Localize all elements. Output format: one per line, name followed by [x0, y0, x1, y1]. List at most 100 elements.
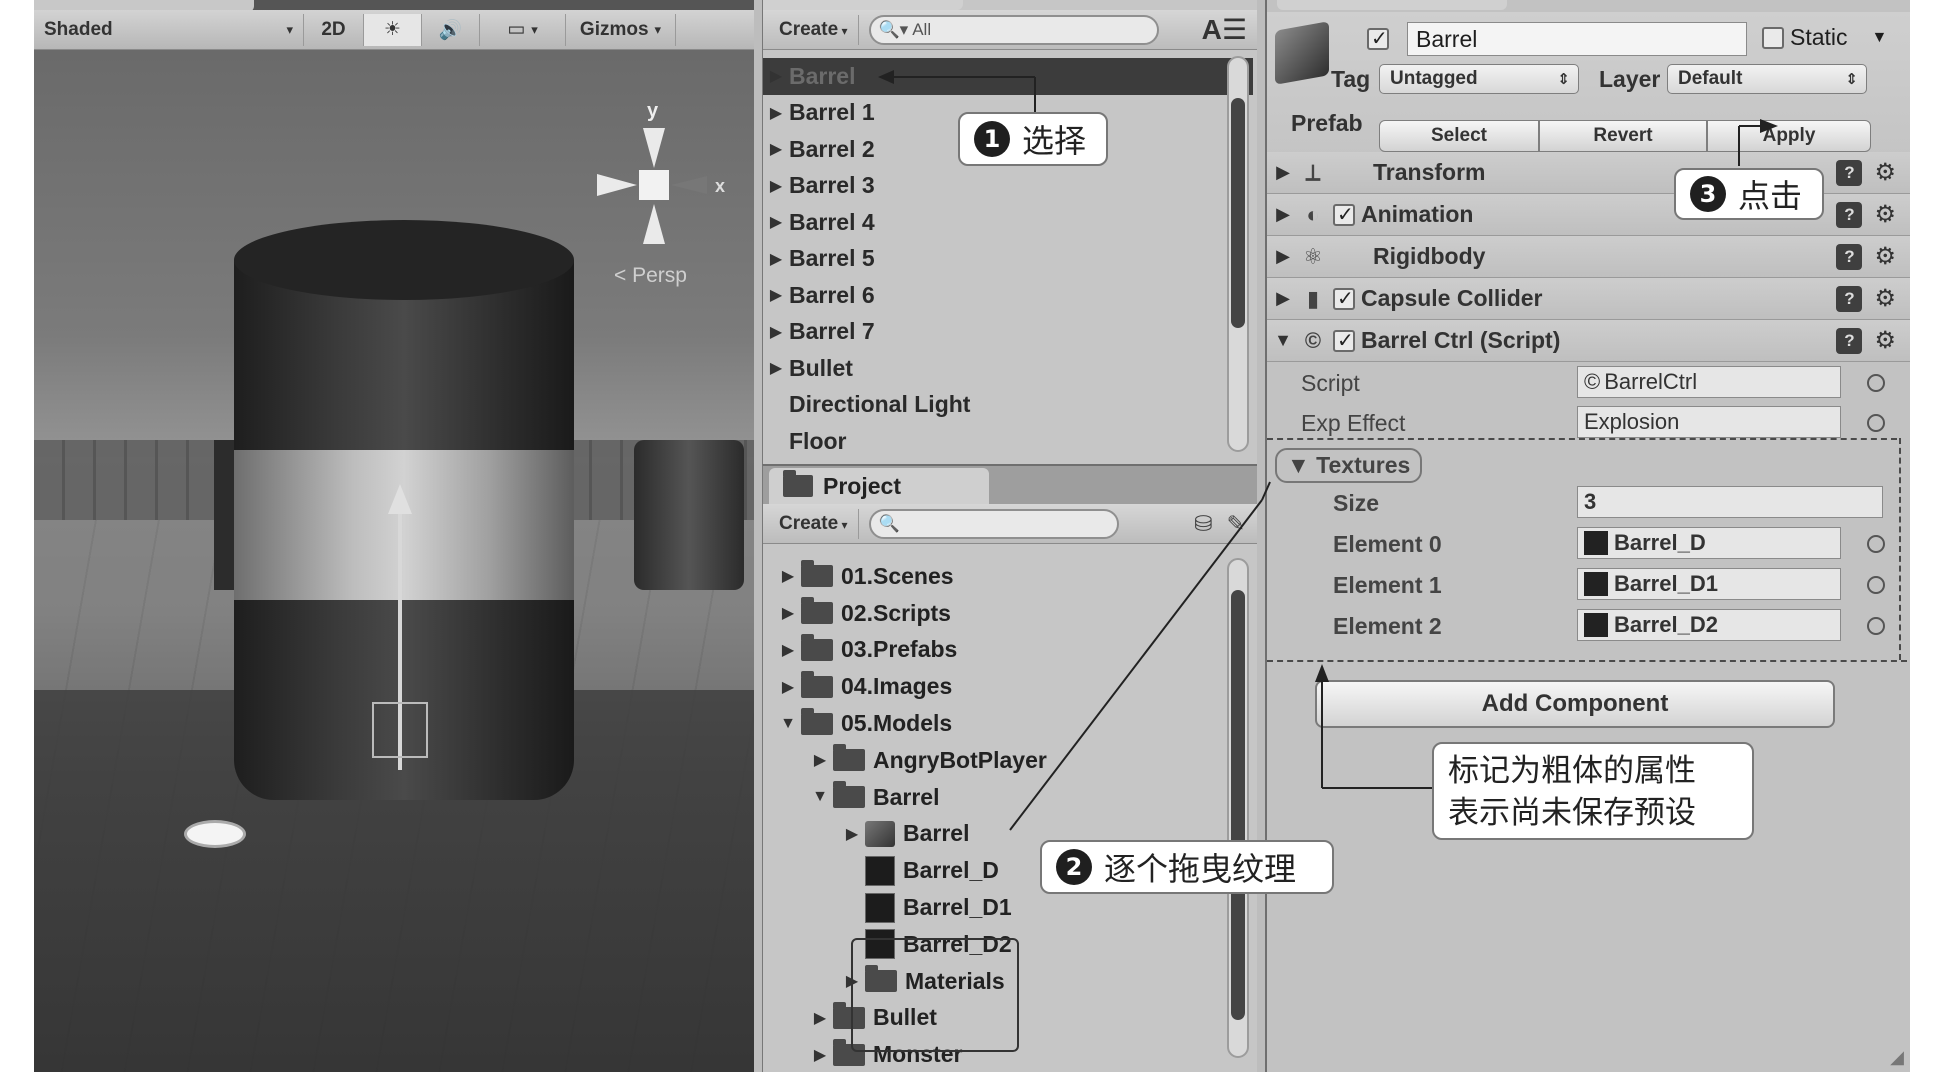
prefab-apply-button[interactable]: Apply — [1707, 120, 1871, 152]
static-toggle[interactable]: Static ▼ — [1762, 24, 1887, 51]
object-name-input[interactable]: Barrel — [1407, 22, 1747, 56]
chevron-down-icon[interactable]: ▼ — [1872, 29, 1888, 47]
object-picker-icon[interactable] — [1867, 414, 1885, 432]
static-checkbox[interactable] — [1762, 26, 1784, 49]
project-folder-models[interactable]: ▼ 05.Models — [763, 705, 1253, 742]
audio-icon[interactable]: 🔊 — [422, 13, 480, 46]
element-2-field[interactable]: Barrel_D2 — [1577, 609, 1841, 641]
expand-arrow-icon[interactable]: ▶ — [763, 358, 789, 378]
project-folder-angrybotplayer[interactable]: ▶ AngryBotPlayer — [763, 742, 1253, 779]
help-icon[interactable]: ? — [1836, 285, 1863, 312]
scene-viewport[interactable]: y x < Persp — [34, 50, 754, 1072]
image-effects-icon[interactable]: ▭ — [480, 13, 566, 46]
gear-icon[interactable]: ⚙ — [1874, 326, 1896, 355]
gizmos-dropdown[interactable]: Gizmos — [566, 13, 676, 46]
project-tab[interactable]: Project — [769, 468, 989, 504]
hierarchy-scrollbar[interactable] — [1227, 56, 1249, 452]
hierarchy-item-barrel-5[interactable]: ▶ Barrel 5 — [763, 241, 1253, 278]
expand-arrow-icon[interactable]: ▶ — [763, 249, 789, 269]
textures-foldout[interactable]: ▼ Textures — [1275, 448, 1423, 483]
object-picker-icon[interactable] — [1867, 535, 1885, 553]
component-capsule-collider[interactable]: ▶ ▮ Capsule Collider ?⚙ — [1267, 278, 1910, 320]
help-icon[interactable]: ? — [1836, 159, 1863, 186]
component-rigidbody[interactable]: ▶ ⚛ Rigidbody ? ⚙ — [1267, 236, 1910, 278]
hierarchy-item-barrel-6[interactable]: ▶ Barrel 6 — [763, 277, 1253, 314]
prefab-select-button[interactable]: Select — [1379, 120, 1539, 152]
object-picker-icon[interactable] — [1867, 617, 1885, 635]
expand-arrow-icon[interactable]: ▶ — [775, 566, 801, 586]
expand-arrow-icon[interactable]: ▶ — [1267, 288, 1299, 309]
help-icon[interactable]: ? — [1836, 327, 1863, 354]
component-enabled-checkbox[interactable] — [1333, 286, 1355, 311]
expand-arrow-icon[interactable]: ▶ — [775, 677, 801, 697]
element-1-field[interactable]: Barrel_D1 — [1577, 568, 1841, 600]
help-icon[interactable]: ? — [1836, 201, 1863, 228]
hierarchy-search-input[interactable]: 🔍▾ All — [868, 14, 1159, 45]
gear-icon[interactable]: ⚙ — [1874, 158, 1896, 187]
add-component-button[interactable]: Add Component — [1315, 680, 1835, 728]
hierarchy-item-directional-light[interactable]: ▶Directional Light — [763, 387, 1253, 424]
hierarchy-item-floor[interactable]: ▶Floor — [763, 423, 1253, 460]
active-checkbox[interactable] — [1367, 26, 1389, 51]
prefab-revert-button[interactable]: Revert — [1539, 120, 1707, 152]
perspective-label[interactable]: < Persp — [614, 264, 687, 288]
expand-arrow-icon[interactable]: ▶ — [763, 285, 789, 305]
sun-icon[interactable]: ☀ — [364, 13, 422, 46]
project-folder-images[interactable]: ▶ 04.Images — [763, 668, 1253, 705]
expand-arrow-icon[interactable]: ▶ — [763, 103, 789, 123]
expand-arrow-icon[interactable]: ▶ — [763, 176, 789, 196]
sort-menu-icon[interactable]: A☰ — [1202, 13, 1247, 46]
project-texture-barrel-d1[interactable]: Barrel_D1 — [763, 889, 1253, 926]
expand-arrow-icon[interactable]: ▶ — [1267, 246, 1299, 267]
hierarchy-item-barrel[interactable]: ▶ Barrel — [763, 58, 1253, 95]
project-folder-scripts[interactable]: ▶ 02.Scripts — [763, 595, 1253, 632]
component-enabled-checkbox[interactable] — [1333, 328, 1355, 353]
expand-arrow-icon[interactable]: ▶ — [1267, 162, 1299, 183]
project-scroll-thumb[interactable] — [1231, 590, 1245, 1020]
component-barrel-ctrl-script[interactable]: ▼ © Barrel Ctrl (Script) ?⚙ — [1267, 320, 1910, 362]
expand-arrow-icon[interactable]: ▶ — [775, 640, 801, 660]
gizmo-y-cone[interactable] — [643, 128, 665, 168]
orientation-gizmo[interactable]: y x — [579, 80, 729, 260]
hierarchy-item-barrel-7[interactable]: ▶ Barrel 7 — [763, 314, 1253, 351]
expand-arrow-icon[interactable]: ▶ — [763, 139, 789, 159]
project-search-input[interactable]: 🔍 — [868, 508, 1119, 539]
collapse-arrow-icon[interactable]: ▼ — [1267, 330, 1299, 351]
hierarchy-tab[interactable] — [763, 0, 963, 10]
gear-icon[interactable]: ⚙ — [1874, 200, 1896, 229]
gizmo-z-cone[interactable] — [597, 174, 637, 196]
expand-arrow-icon[interactable]: ▶ — [807, 1008, 833, 1028]
expand-arrow-icon[interactable]: ▶ — [775, 603, 801, 623]
resize-grip-icon[interactable]: ◢ — [1890, 1047, 1904, 1068]
shading-mode-dropdown[interactable]: Shaded — [34, 13, 304, 46]
component-enabled-checkbox[interactable] — [1333, 202, 1355, 227]
filter-by-label-icon[interactable]: ✎ — [1227, 511, 1245, 537]
layer-dropdown[interactable]: Default — [1667, 64, 1867, 94]
move-tool-plane-handle[interactable] — [372, 702, 428, 758]
hierarchy-item-barrel-4[interactable]: ▶ Barrel 4 — [763, 204, 1253, 241]
hierarchy-create-button[interactable]: Create — [769, 14, 859, 45]
filter-by-type-icon[interactable]: ⛁ — [1194, 511, 1212, 537]
expand-arrow-icon[interactable]: ▶ — [763, 322, 789, 342]
expand-arrow-icon[interactable]: ▶ — [839, 824, 865, 844]
project-folder-barrel[interactable]: ▼ Barrel — [763, 779, 1253, 816]
expand-arrow-icon[interactable]: ▶ — [1267, 204, 1299, 225]
hierarchy-item-barrel-3[interactable]: ▶ Barrel 3 — [763, 168, 1253, 205]
object-picker-icon[interactable] — [1867, 576, 1885, 594]
gear-icon[interactable]: ⚙ — [1874, 242, 1896, 271]
script-field[interactable]: © BarrelCtrl — [1577, 366, 1841, 398]
gizmo-x-cone[interactable] — [671, 176, 707, 194]
collapse-arrow-icon[interactable]: ▼ — [775, 715, 801, 733]
exp-effect-field[interactable]: Explosion — [1577, 406, 1841, 438]
object-picker-icon[interactable] — [1867, 374, 1885, 392]
gizmo-neg-y-cone[interactable] — [643, 204, 665, 244]
size-field[interactable]: 3 — [1577, 486, 1883, 518]
toggle-2d-button[interactable]: 2D — [304, 13, 364, 46]
expand-arrow-icon[interactable]: ▶ — [807, 1045, 833, 1065]
expand-arrow-icon[interactable]: ▶ — [763, 212, 789, 232]
inspector-tab[interactable] — [1277, 0, 1507, 10]
element-0-field[interactable]: Barrel_D — [1577, 527, 1841, 559]
gizmo-center-cube[interactable] — [639, 170, 669, 200]
tag-dropdown[interactable]: Untagged — [1379, 64, 1579, 94]
project-folder-scenes[interactable]: ▶ 01.Scenes — [763, 558, 1253, 595]
